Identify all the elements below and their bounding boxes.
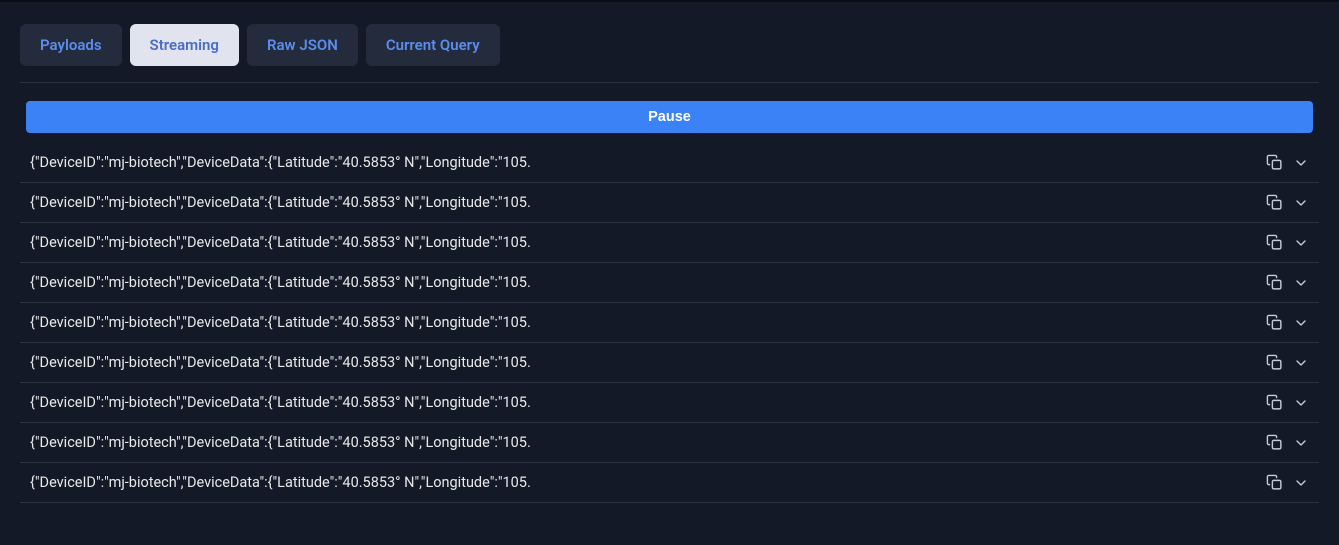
payload-list: {"DeviceID":"mj-biotech","DeviceData":{"… [20,143,1319,503]
copy-icon[interactable] [1266,354,1283,371]
payload-text: {"DeviceID":"mj-biotech","DeviceData":{"… [26,314,531,331]
row-actions [1266,234,1313,251]
list-item: {"DeviceID":"mj-biotech","DeviceData":{"… [20,143,1319,183]
row-actions [1266,354,1313,371]
row-actions [1266,194,1313,211]
copy-icon[interactable] [1266,434,1283,451]
tab-raw-json[interactable]: Raw JSON [247,24,358,66]
list-item: {"DeviceID":"mj-biotech","DeviceData":{"… [20,383,1319,423]
chevron-down-icon[interactable] [1293,395,1309,411]
row-actions [1266,394,1313,411]
copy-icon[interactable] [1266,314,1283,331]
chevron-down-icon[interactable] [1293,475,1309,491]
tab-current-query[interactable]: Current Query [366,24,500,66]
payload-text: {"DeviceID":"mj-biotech","DeviceData":{"… [26,354,531,371]
list-item: {"DeviceID":"mj-biotech","DeviceData":{"… [20,263,1319,303]
payload-text: {"DeviceID":"mj-biotech","DeviceData":{"… [26,474,531,491]
copy-icon[interactable] [1266,394,1283,411]
payload-text: {"DeviceID":"mj-biotech","DeviceData":{"… [26,394,531,411]
chevron-down-icon[interactable] [1293,435,1309,451]
payload-text: {"DeviceID":"mj-biotech","DeviceData":{"… [26,194,531,211]
copy-icon[interactable] [1266,154,1283,171]
payload-text: {"DeviceID":"mj-biotech","DeviceData":{"… [26,274,531,291]
chevron-down-icon[interactable] [1293,275,1309,291]
row-actions [1266,434,1313,451]
chevron-down-icon[interactable] [1293,195,1309,211]
copy-icon[interactable] [1266,234,1283,251]
chevron-down-icon[interactable] [1293,315,1309,331]
row-actions [1266,274,1313,291]
pause-button[interactable]: Pause [26,101,1313,133]
copy-icon[interactable] [1266,194,1283,211]
row-actions [1266,154,1313,171]
tabs-bar: Payloads Streaming Raw JSON Current Quer… [20,2,1319,83]
list-item: {"DeviceID":"mj-biotech","DeviceData":{"… [20,423,1319,463]
list-item: {"DeviceID":"mj-biotech","DeviceData":{"… [20,463,1319,503]
chevron-down-icon[interactable] [1293,355,1309,371]
chevron-down-icon[interactable] [1293,235,1309,251]
list-item: {"DeviceID":"mj-biotech","DeviceData":{"… [20,183,1319,223]
copy-icon[interactable] [1266,474,1283,491]
row-actions [1266,474,1313,491]
payload-text: {"DeviceID":"mj-biotech","DeviceData":{"… [26,234,531,251]
chevron-down-icon[interactable] [1293,155,1309,171]
tab-streaming[interactable]: Streaming [130,24,239,66]
list-item: {"DeviceID":"mj-biotech","DeviceData":{"… [20,343,1319,383]
list-item: {"DeviceID":"mj-biotech","DeviceData":{"… [20,223,1319,263]
list-item: {"DeviceID":"mj-biotech","DeviceData":{"… [20,303,1319,343]
payload-text: {"DeviceID":"mj-biotech","DeviceData":{"… [26,154,531,171]
copy-icon[interactable] [1266,274,1283,291]
row-actions [1266,314,1313,331]
payload-text: {"DeviceID":"mj-biotech","DeviceData":{"… [26,434,531,451]
tab-payloads[interactable]: Payloads [20,24,122,66]
